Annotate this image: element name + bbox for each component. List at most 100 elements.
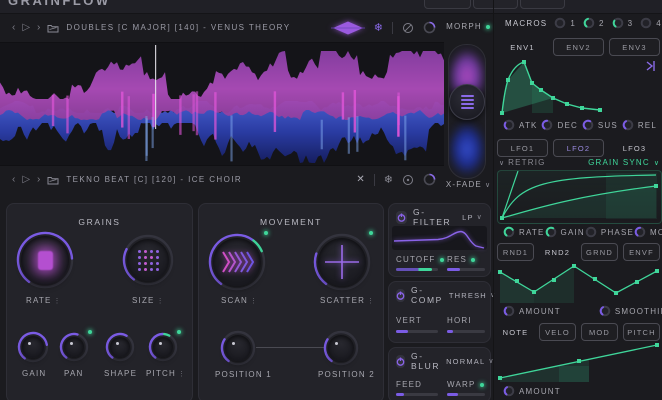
shape-knob[interactable]: [105, 332, 135, 362]
chevron-down-icon[interactable]: ∨: [485, 181, 490, 189]
xfade-handle[interactable]: [449, 84, 485, 120]
lfo-mod-label: MOD: [650, 228, 662, 237]
folder-icon[interactable]: [47, 23, 59, 33]
size-knob[interactable]: [122, 234, 174, 286]
pan-knob[interactable]: [59, 332, 89, 362]
feed-slider[interactable]: [396, 393, 438, 396]
freeze-icon[interactable]: ❄: [384, 173, 393, 186]
lfo-rate-knob[interactable]: [503, 226, 515, 238]
adsr-row: ATK DEC SUS REL: [503, 119, 657, 131]
smoothing-knob[interactable]: [599, 305, 611, 317]
tab-rnd1[interactable]: RND1: [497, 243, 534, 261]
position1-knob[interactable]: [220, 330, 256, 366]
prev-sample-icon[interactable]: ‹: [12, 23, 15, 33]
divider: [493, 0, 494, 400]
rate-menu-icon[interactable]: ⋮: [54, 297, 61, 305]
tab-velo[interactable]: VELO: [539, 323, 576, 341]
mod-matrix-display[interactable]: [497, 342, 660, 382]
lfo-gain-knob[interactable]: [545, 226, 557, 238]
mod-matrix-tabs: NOTE VELO MOD PITCH: [497, 323, 660, 341]
pitch-menu-icon[interactable]: ⋮: [178, 370, 185, 378]
grains-title: GRAINS: [7, 217, 192, 227]
next-sample-icon[interactable]: ›: [37, 175, 40, 185]
gblur-title: G-BLUR: [411, 351, 440, 371]
sample-a-title[interactable]: DOUBLES [C MAJOR] [140] - VENUS THEORY: [66, 23, 290, 32]
lfo-display[interactable]: [497, 170, 662, 224]
next-sample-icon[interactable]: ›: [37, 23, 40, 33]
gblur-power-icon[interactable]: [396, 355, 405, 368]
gfilter-mode-dropdown[interactable]: LP∨: [462, 213, 483, 222]
rate-knob[interactable]: [16, 231, 74, 289]
tab-lfo3[interactable]: LFO3: [609, 139, 660, 157]
play-icon[interactable]: ▷: [22, 175, 30, 185]
tab-grnd[interactable]: GRND: [581, 243, 618, 261]
gcomp-power-icon[interactable]: [396, 289, 405, 302]
rnd-amount-knob[interactable]: [503, 305, 515, 317]
tab-note[interactable]: NOTE: [497, 323, 534, 341]
rate-label-row: RATE⋮: [26, 296, 61, 305]
atk-knob[interactable]: [503, 119, 515, 131]
waveform-display[interactable]: [0, 42, 444, 166]
gain-knob-icon[interactable]: [423, 21, 436, 34]
macro3-label: 3: [628, 19, 634, 28]
retrig-dropdown[interactable]: ∨RETRIG: [499, 158, 546, 167]
vert-slider[interactable]: [396, 330, 438, 333]
macro4-knob[interactable]: [640, 17, 652, 29]
folder-icon[interactable]: [47, 175, 59, 185]
tab-lfo1[interactable]: LFO1: [497, 139, 548, 157]
gfilter-power-icon[interactable]: [396, 211, 407, 224]
tab-env3[interactable]: ENV3: [609, 38, 660, 56]
scatter-menu-icon[interactable]: ⋮: [367, 297, 374, 305]
lfo-mod-knob[interactable]: [634, 226, 646, 238]
topbar-button-stub[interactable]: [424, 0, 471, 9]
macro2-knob[interactable]: [583, 17, 595, 29]
mod-matrix-amount-knob[interactable]: [503, 385, 515, 397]
warp-slider[interactable]: [447, 393, 485, 396]
macro1-label: 1: [570, 19, 576, 28]
plugin-logo: GRAINFLOW: [8, 0, 111, 8]
freeze-icon[interactable]: ❄: [374, 21, 383, 34]
topbar-button-stub[interactable]: [473, 0, 518, 9]
gfilter-title: G-FILTER: [413, 207, 456, 227]
size-menu-icon[interactable]: ⋮: [157, 297, 164, 305]
tab-envf[interactable]: ENVF: [623, 243, 660, 261]
tab-env1[interactable]: ENV1: [497, 38, 548, 56]
tab-mod[interactable]: MOD: [581, 323, 618, 341]
topbar-button-stub[interactable]: [520, 0, 565, 9]
gblur-mode-dropdown[interactable]: NORMAL∨: [446, 357, 495, 366]
res-mod-dot: [471, 258, 475, 262]
res-slider[interactable]: [447, 268, 485, 271]
sample-b-title[interactable]: TEKNO BEAT [C] [120] - ICE CHOIR: [66, 175, 242, 184]
rel-knob[interactable]: [622, 119, 634, 131]
loop-icon[interactable]: [402, 174, 414, 186]
envelope-display[interactable]: [497, 58, 660, 116]
rnd-display[interactable]: [497, 262, 660, 303]
size-label: SIZE: [132, 296, 155, 305]
macro1-knob[interactable]: [554, 17, 566, 29]
scatter-knob[interactable]: [313, 233, 371, 291]
position2-knob[interactable]: [323, 330, 359, 366]
grain-sync-dropdown[interactable]: GRAIN SYNC∨: [588, 158, 659, 167]
loop-off-icon[interactable]: [402, 22, 414, 34]
sus-knob[interactable]: [582, 119, 594, 131]
scan-menu-icon[interactable]: ⋮: [250, 297, 257, 305]
lfo-phase-knob[interactable]: [585, 226, 597, 238]
cutoff-slider[interactable]: [396, 268, 438, 271]
grain-shape-icon[interactable]: [331, 20, 365, 36]
tab-lfo2[interactable]: LFO2: [553, 139, 604, 157]
tab-pitch[interactable]: PITCH: [623, 323, 660, 341]
gain-knob-icon[interactable]: [423, 173, 436, 186]
gcomp-mode-dropdown[interactable]: THRESH∨: [449, 291, 496, 300]
tab-rnd2[interactable]: RND2: [539, 243, 576, 261]
pitch-knob[interactable]: [148, 332, 178, 362]
macro3-knob[interactable]: [612, 17, 624, 29]
hori-slider[interactable]: [447, 330, 485, 333]
tab-env2[interactable]: ENV2: [553, 38, 604, 56]
scan-knob[interactable]: [208, 233, 266, 291]
close-icon[interactable]: ✕: [356, 174, 364, 185]
dec-knob[interactable]: [541, 119, 553, 131]
play-icon[interactable]: ▷: [22, 23, 30, 33]
gain-knob[interactable]: [17, 331, 49, 363]
scan-mod-dot: [264, 231, 268, 235]
prev-sample-icon[interactable]: ‹: [12, 175, 15, 185]
